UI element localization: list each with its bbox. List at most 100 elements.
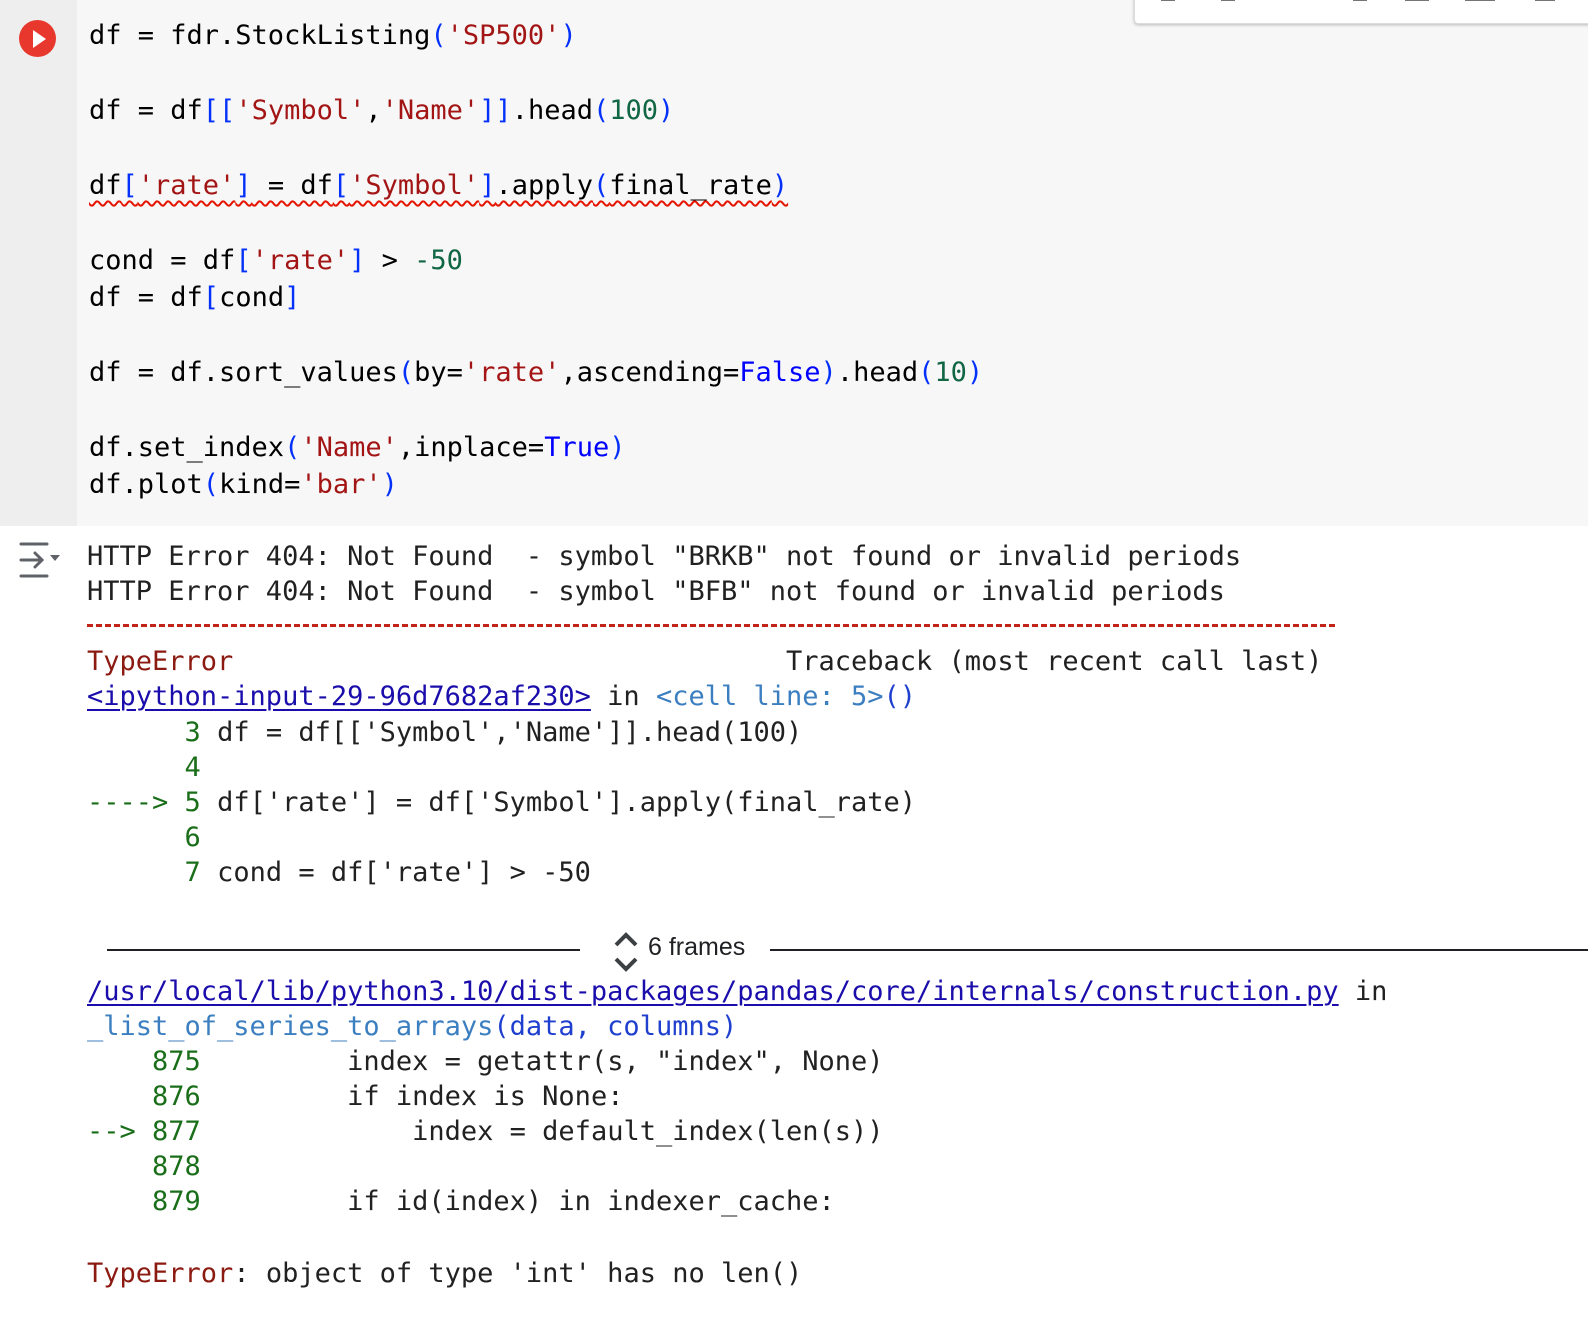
code-token: [[ — [202, 95, 236, 126]
code-token: .head — [511, 95, 593, 126]
code-line-2[interactable]: df = df[['Symbol','Name']].head(100) — [89, 92, 674, 130]
code-line-3[interactable]: df['rate'] = df['Symbol'].apply(final_ra… — [89, 167, 788, 205]
line-number: 3 — [184, 717, 201, 748]
code-line-5[interactable]: df = df[cond] — [89, 279, 300, 317]
code-token: df = df — [89, 282, 203, 313]
line-prefix — [87, 717, 185, 748]
frames-count-label: 6 frames — [648, 933, 746, 961]
code-token: cond — [219, 282, 285, 313]
code-token: ) — [658, 95, 675, 126]
error-message: : object of type 'int' has no len() — [233, 1258, 803, 1289]
run-cell-button[interactable] — [19, 20, 56, 57]
code-token: 100 — [609, 95, 659, 126]
line-prefix — [87, 1151, 152, 1182]
cell-ref-parens: () — [883, 681, 917, 712]
code-token: ( — [397, 357, 415, 388]
function-args: (data, columns) — [493, 1011, 738, 1042]
ipython-input-link[interactable]: <ipython-input-29-96d7682af230> — [87, 681, 591, 712]
code-token: 'bar' — [300, 469, 382, 500]
code-token: ( — [593, 170, 610, 201]
code-line-8[interactable]: df.plot(kind='bar') — [89, 466, 398, 504]
code-token: ( — [284, 432, 301, 463]
line-number: 4 — [184, 752, 201, 783]
in-word: in — [590, 681, 656, 712]
code-token: 'Symbol' — [349, 170, 480, 201]
traceback-function: _list_of_series_to_arrays(data, columns) — [87, 1009, 737, 1045]
function-name: _list_of_series_to_arrays — [87, 1011, 494, 1042]
line-prefix: --> — [87, 1116, 153, 1147]
code-token: 'rate' — [462, 357, 561, 388]
line-number: 875 — [152, 1046, 201, 1077]
line-code: if index is None: — [200, 1081, 624, 1112]
traceback-code-line-current: ----> 5 df['rate'] = df['Symbol'].apply(… — [87, 785, 916, 821]
stderr-line: HTTP Error 404: Not Found - symbol "BRKB… — [87, 541, 1242, 572]
code-token: df — [89, 170, 122, 201]
traceback-location: <ipython-input-29-96d7682af230> in <cell… — [87, 679, 916, 715]
traceback-divider — [87, 624, 1335, 627]
move-down-icon[interactable] — [1221, 0, 1235, 1]
line-code: df = df[['Symbol','Name']].head(100) — [200, 717, 803, 748]
code-token: ] — [349, 245, 366, 276]
line-code: index = getattr(s, "index", None) — [200, 1046, 884, 1077]
line-code: cond = df['rate'] > -50 — [200, 857, 591, 888]
code-token: , — [365, 95, 382, 126]
line-number: 876 — [152, 1081, 201, 1112]
traceback-code-line: 6 — [87, 820, 201, 856]
code-token: df = fdr.StockListing — [89, 20, 431, 51]
code-token: ( — [430, 20, 447, 51]
line-code: df['rate'] = df['Symbol'].apply(final_ra… — [200, 787, 917, 818]
final-error-line: TypeError: object of type 'int' has no l… — [87, 1256, 802, 1292]
gear-icon[interactable] — [1405, 0, 1429, 1]
traceback-code-line: 4 — [87, 750, 201, 786]
code-line-4[interactable]: cond = df['rate'] > -50 — [89, 242, 463, 280]
mirror-cell-icon[interactable] — [1465, 0, 1495, 1]
code-line-1[interactable]: df = fdr.StockListing('SP500') — [89, 17, 577, 55]
code-token: ( — [592, 95, 610, 126]
code-token: [ — [332, 170, 350, 201]
source-file-link[interactable]: /usr/local/lib/python3.10/dist-packages/… — [87, 976, 1339, 1007]
lint-warning-underline[interactable]: df['rate'] = df['Symbol'].apply(final_ra… — [89, 170, 788, 201]
code-token: ( — [202, 469, 220, 500]
code-token: [ — [235, 245, 252, 276]
code-token: ] — [235, 170, 252, 201]
line-prefix — [87, 1186, 152, 1217]
move-up-icon[interactable] — [1161, 0, 1175, 1]
code-token: 10 — [934, 357, 967, 388]
code-token: 'Symbol' — [235, 95, 366, 126]
link-icon[interactable] — [1353, 0, 1367, 1]
line-number: 879 — [152, 1186, 201, 1217]
code-token: ]] — [479, 95, 512, 126]
line-number: 5 — [184, 787, 201, 818]
line-number: 7 — [184, 857, 201, 888]
code-line-6[interactable]: df = df.sort_values(by='rate',ascending=… — [89, 354, 983, 392]
play-icon — [33, 30, 46, 48]
frames-divider-left — [107, 949, 580, 951]
code-token: True — [544, 432, 610, 463]
more-icon[interactable] — [1535, 0, 1555, 1]
output-actions-icon[interactable] — [17, 540, 61, 580]
code-token: ) — [771, 170, 789, 201]
code-token: -50 — [414, 245, 463, 276]
line-prefix — [87, 857, 185, 888]
code-token: 'rate' — [251, 245, 350, 276]
code-token: ) — [820, 357, 837, 388]
code-token: = df — [251, 170, 333, 201]
traceback-code-line: 878 — [87, 1149, 201, 1185]
code-token: kind= — [219, 469, 301, 500]
code-token: ) — [560, 20, 577, 51]
code-token: > — [365, 245, 415, 276]
code-cell[interactable]: df = fdr.StockListing('SP500') df = df[[… — [0, 0, 1588, 526]
traceback-code-line: 3 df = df[['Symbol','Name']].head(100) — [87, 715, 803, 751]
code-token: [ — [202, 282, 220, 313]
cell-toolbar[interactable] — [1134, 0, 1588, 24]
code-line-7[interactable]: df.set_index('Name',inplace=True) — [89, 429, 626, 467]
code-token: False — [739, 357, 821, 388]
frames-toggle[interactable]: 6 frames — [608, 930, 758, 974]
code-token: df.set_index — [89, 432, 285, 463]
code-token: 'Name' — [300, 432, 398, 463]
code-token: by= — [414, 357, 463, 388]
traceback-code-line: 876 if index is None: — [87, 1079, 623, 1115]
frames-divider-right — [770, 949, 1588, 951]
code-token: ) — [381, 469, 398, 500]
line-prefix — [87, 1081, 152, 1112]
